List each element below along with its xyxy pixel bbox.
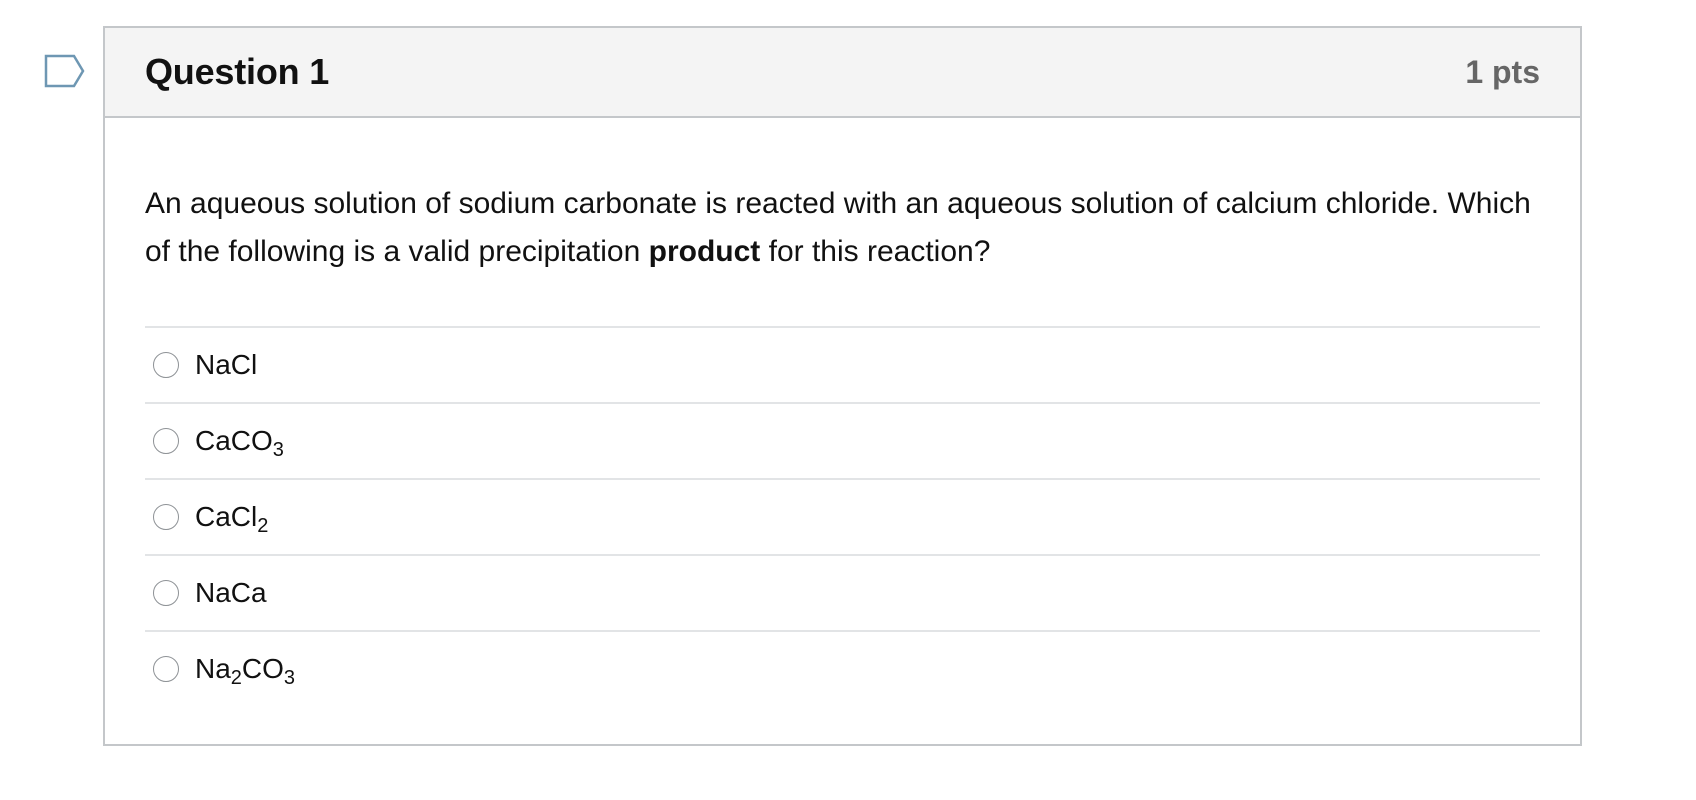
answer-text: NaCa — [195, 577, 267, 608]
answer-option-1[interactable]: NaCl — [145, 328, 1540, 404]
answer-list: NaCl CaCO3 CaCl2 NaCa Na2CO3 — [145, 326, 1540, 706]
answer-text: CO — [241, 653, 284, 684]
question-text-part2: for this reaction? — [760, 235, 991, 268]
radio-unselected-icon[interactable] — [153, 504, 179, 530]
answer-label: CaCO3 — [195, 425, 284, 461]
answer-text: CaCO — [195, 425, 273, 456]
question-title: Question 1 — [145, 51, 330, 92]
answer-text: CaCl — [195, 501, 258, 532]
question-header: Question 1 1 pts — [105, 28, 1580, 118]
question-card: Question 1 1 pts An aqueous solution of … — [103, 26, 1582, 746]
answer-label: Na2CO3 — [195, 653, 295, 689]
radio-unselected-icon[interactable] — [153, 352, 179, 378]
question-points: 1 pts — [1465, 53, 1540, 90]
answer-option-5[interactable]: Na2CO3 — [145, 632, 1540, 706]
answer-subscript: 3 — [283, 667, 296, 689]
question-text: An aqueous solution of sodium carbonate … — [145, 180, 1540, 276]
answer-label: NaCa — [195, 579, 267, 607]
answer-subscript: 2 — [257, 515, 269, 537]
quiz-page: Question 1 1 pts An aqueous solution of … — [0, 0, 1696, 800]
answer-subscript: 2 — [230, 667, 242, 689]
answer-label: NaCl — [195, 351, 257, 379]
answer-label: CaCl2 — [195, 501, 268, 537]
answer-text: NaCl — [195, 349, 258, 380]
question-body: An aqueous solution of sodium carbonate … — [105, 118, 1580, 706]
radio-unselected-icon[interactable] — [153, 428, 179, 454]
answer-option-4[interactable]: NaCa — [145, 556, 1540, 632]
question-text-emphasis: product — [648, 235, 761, 268]
answer-option-2[interactable]: CaCO3 — [145, 404, 1540, 480]
radio-unselected-icon[interactable] — [153, 580, 179, 606]
flag-question-icon[interactable] — [44, 54, 86, 88]
answer-text: Na — [195, 653, 231, 684]
answer-subscript: 3 — [272, 439, 284, 461]
answer-option-3[interactable]: CaCl2 — [145, 480, 1540, 556]
radio-unselected-icon[interactable] — [153, 656, 179, 682]
